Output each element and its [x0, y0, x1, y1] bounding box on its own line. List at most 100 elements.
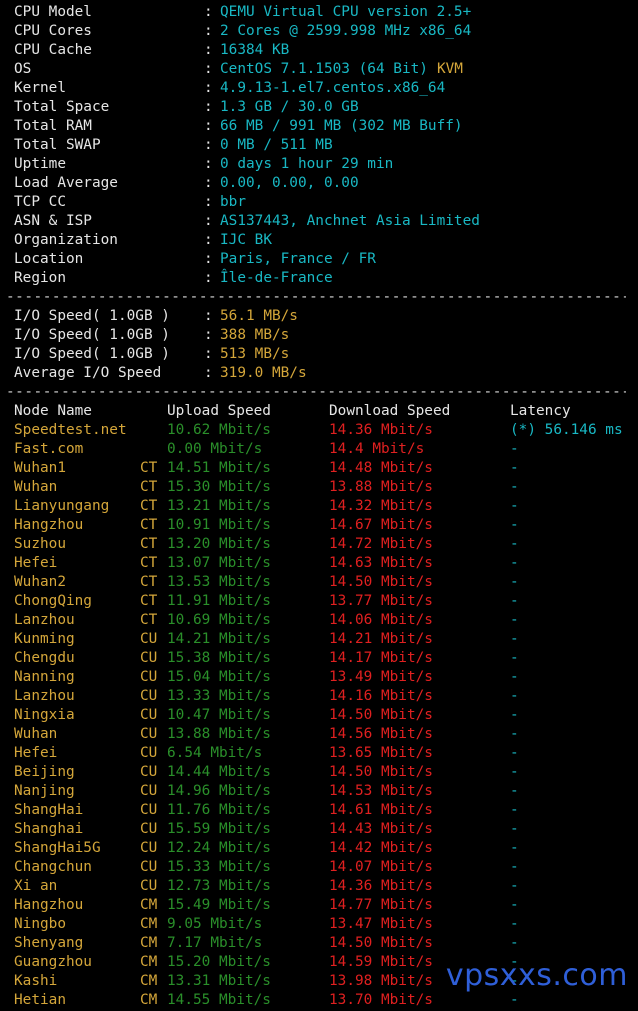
- upload-speed: 13.53 Mbit/s: [167, 574, 271, 590]
- download-speed: 14.07 Mbit/s: [329, 859, 433, 875]
- download-speed: 14.21 Mbit/s: [329, 631, 433, 647]
- sysinfo-row: Organization: IJC BK: [14, 231, 634, 250]
- speed-row: Wuhan1 CT 14.51 Mbit/s 14.48 Mbit/s -: [14, 459, 634, 478]
- speedtest-results: Speedtest.net 10.62 Mbit/s 14.36 Mbit/s (*)…: [14, 421, 634, 1010]
- download-speed: 13.88 Mbit/s: [329, 479, 433, 495]
- io-value: 56.1 MB/s: [220, 308, 298, 324]
- node-name: Hefei: [14, 555, 58, 571]
- latency: -: [510, 650, 519, 666]
- io-value: 388 MB/s: [220, 327, 290, 343]
- io-row: I/O Speed( 1.0GB ):513 MB/s: [14, 345, 634, 364]
- download-speed: 14.56 Mbit/s: [329, 726, 433, 742]
- isp-code: CM: [140, 992, 158, 1008]
- speed-row: Hetian CM 14.55 Mbit/s 13.70 Mbit/s -: [14, 991, 634, 1010]
- upload-speed: 14.55 Mbit/s: [167, 992, 271, 1008]
- header-node-name: Node Name: [14, 403, 92, 419]
- isp-code: CT: [140, 479, 158, 495]
- speed-row: ShangHai5G CU 12.24 Mbit/s 14.42 Mbit/s -: [14, 839, 634, 858]
- latency: -: [510, 688, 519, 704]
- upload-speed: 15.30 Mbit/s: [167, 479, 271, 495]
- upload-speed: 15.20 Mbit/s: [167, 954, 271, 970]
- isp-code: CU: [140, 631, 158, 647]
- sysinfo-key: CPU Model: [14, 4, 92, 20]
- node-name: Lanzhou: [14, 612, 75, 628]
- sysinfo-key: Kernel: [14, 80, 66, 96]
- latency: -: [510, 536, 519, 552]
- speed-row: Lianyungang CT 13.21 Mbit/s 14.32 Mbit/s -: [14, 497, 634, 516]
- sysinfo-value: 0 days 1 hour 29 min: [220, 156, 394, 172]
- download-speed: 14.50 Mbit/s: [329, 764, 433, 780]
- node-name: Chengdu: [14, 650, 75, 666]
- latency: -: [510, 460, 519, 476]
- isp-code: CU: [140, 669, 158, 685]
- upload-speed: 13.07 Mbit/s: [167, 555, 271, 571]
- io-key: I/O Speed( 1.0GB ): [14, 308, 170, 324]
- sysinfo-row: Uptime:0 days 1 hour 29 min: [14, 155, 634, 174]
- latency: -: [510, 878, 519, 894]
- node-name: Speedtest.net: [14, 422, 127, 438]
- speed-row: Xi an CU 12.73 Mbit/s 14.36 Mbit/s -: [14, 877, 634, 896]
- isp-code: CT: [140, 460, 158, 476]
- sysinfo-row: Total Space:1.3 GB / 30.0 GB: [14, 98, 634, 117]
- sysinfo-value: QEMU Virtual CPU version 2.5+: [220, 4, 472, 20]
- speed-row: Hangzhou CT 10.91 Mbit/s 14.67 Mbit/s -: [14, 516, 634, 535]
- upload-speed: 15.04 Mbit/s: [167, 669, 271, 685]
- speed-row: ShangHai CU 11.76 Mbit/s 14.61 Mbit/s -: [14, 801, 634, 820]
- header-download-speed: Download Speed: [329, 403, 451, 419]
- upload-speed: 15.59 Mbit/s: [167, 821, 271, 837]
- speed-row: Wuhan2 CT 13.53 Mbit/s 14.50 Mbit/s -: [14, 573, 634, 592]
- node-name: Lianyungang: [14, 498, 110, 514]
- sysinfo-key: CPU Cache: [14, 42, 92, 58]
- download-speed: 14.4 Mbit/s: [329, 441, 425, 457]
- latency: -: [510, 631, 519, 647]
- colon-separator: :: [204, 156, 213, 172]
- sysinfo-row: Total RAM:66 MB / 991 MB (302 MB Buff): [14, 117, 634, 136]
- colon-separator: :: [204, 61, 213, 77]
- node-name: Wuhan2: [14, 574, 66, 590]
- upload-speed: 9.05 Mbit/s: [167, 916, 263, 932]
- isp-code: CM: [140, 954, 158, 970]
- speed-row: Nanning CU 15.04 Mbit/s 13.49 Mbit/s -: [14, 668, 634, 687]
- node-name: Changchun: [14, 859, 92, 875]
- upload-speed: 14.21 Mbit/s: [167, 631, 271, 647]
- node-name: Nanjing: [14, 783, 75, 799]
- isp-code: CU: [140, 650, 158, 666]
- colon-separator: :: [204, 308, 213, 324]
- sysinfo-value: CentOS 7.1.1503 (64 Bit): [220, 61, 428, 77]
- sysinfo-key: Total Space: [14, 99, 110, 115]
- speed-row: Ningbo CM 9.05 Mbit/s 13.47 Mbit/s -: [14, 915, 634, 934]
- speed-row: Ningxia CU 10.47 Mbit/s 14.50 Mbit/s -: [14, 706, 634, 725]
- latency: -: [510, 555, 519, 571]
- sysinfo-value: 66 MB / 991 MB (302 MB Buff): [220, 118, 463, 134]
- speed-row: Fast.com 0.00 Mbit/s 14.4 Mbit/s -: [14, 440, 634, 459]
- upload-speed: 10.91 Mbit/s: [167, 517, 271, 533]
- io-speed-section: I/O Speed( 1.0GB ):56.1 MB/s I/O Speed( 1…: [14, 307, 634, 383]
- speed-row: Hangzhou CM 15.49 Mbit/s 14.77 Mbit/s -: [14, 896, 634, 915]
- download-speed: 14.48 Mbit/s: [329, 460, 433, 476]
- latency: -: [510, 669, 519, 685]
- isp-code: CT: [140, 536, 158, 552]
- speed-row: Lanzhou CU 13.33 Mbit/s 14.16 Mbit/s -: [14, 687, 634, 706]
- latency: -: [510, 802, 519, 818]
- latency: -: [510, 479, 519, 495]
- download-speed: 13.77 Mbit/s: [329, 593, 433, 609]
- node-name: Shanghai: [14, 821, 84, 837]
- io-key: I/O Speed( 1.0GB ): [14, 327, 170, 343]
- colon-separator: :: [204, 175, 213, 191]
- isp-code: CU: [140, 802, 158, 818]
- upload-speed: 15.38 Mbit/s: [167, 650, 271, 666]
- io-key: Average I/O Speed: [14, 365, 162, 381]
- sysinfo-row: CPU Cores:2 Cores @ 2599.998 MHz x86_64: [14, 22, 634, 41]
- speed-row: Suzhou CT 13.20 Mbit/s 14.72 Mbit/s -: [14, 535, 634, 554]
- speedtest-header-row: Node Name Upload Speed Download Speed La…: [14, 402, 634, 421]
- sysinfo-row: Load Average:0.00, 0.00, 0.00: [14, 174, 634, 193]
- latency: -: [510, 916, 519, 932]
- upload-speed: 11.91 Mbit/s: [167, 593, 271, 609]
- sysinfo-row: Kernel:4.9.13-1.el7.centos.x86_64: [14, 79, 634, 98]
- colon-separator: :: [204, 4, 213, 20]
- download-speed: 13.65 Mbit/s: [329, 745, 433, 761]
- sysinfo-value: 16384 KB: [220, 42, 290, 58]
- download-speed: 14.61 Mbit/s: [329, 802, 433, 818]
- upload-speed: 15.33 Mbit/s: [167, 859, 271, 875]
- colon-separator: :: [204, 42, 213, 58]
